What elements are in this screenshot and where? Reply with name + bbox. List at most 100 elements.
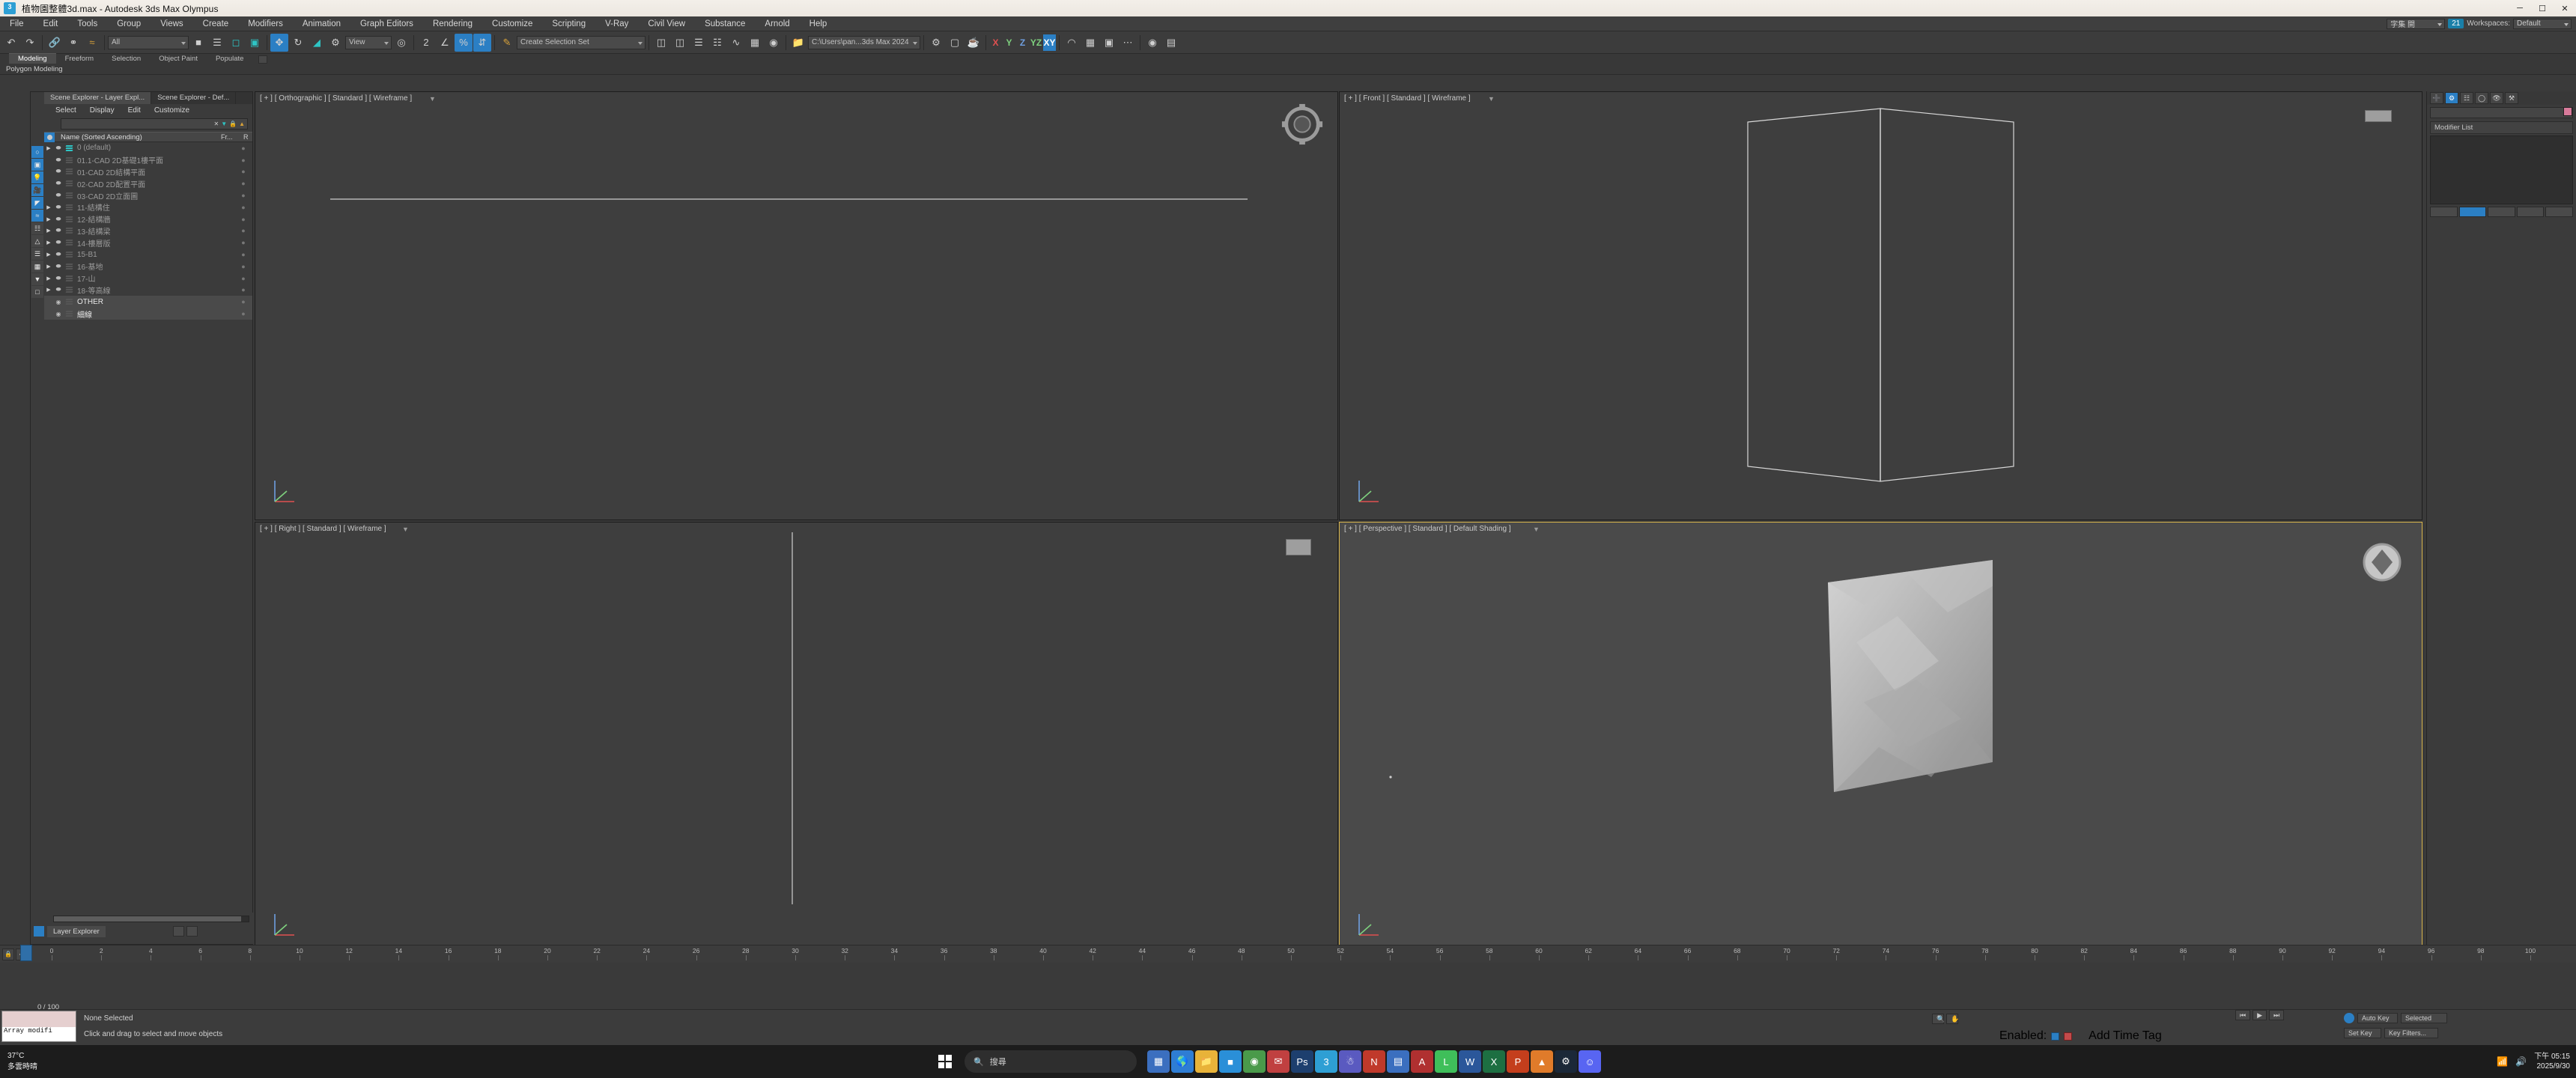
- footer-float-icon[interactable]: [186, 926, 198, 937]
- auto-key-button[interactable]: Auto Key: [2357, 1013, 2398, 1023]
- close-button[interactable]: ✕: [2554, 0, 2576, 16]
- se-helper-icon[interactable]: ◤: [31, 197, 43, 209]
- project-path-dropdown[interactable]: C:\Users\pan...3ds Max 2024: [808, 35, 920, 49]
- pan-icon[interactable]: ✋: [1946, 1014, 1959, 1024]
- se-bone-icon[interactable]: ☷: [31, 222, 43, 234]
- steam-icon[interactable]: ⚙: [1555, 1050, 1577, 1073]
- tab-scene-explorer[interactable]: Scene Explorer - Def...: [151, 92, 237, 104]
- minimize-button[interactable]: ─: [2509, 0, 2531, 16]
- timeline-ruler[interactable]: 0 2 4 6 8 10 12 14 16 18 20 22 24 26 28 30 32 34 36 38 40 42 4…: [31, 945, 2576, 963]
- enabled-checkbox[interactable]: [2051, 1032, 2060, 1041]
- goto-start-button[interactable]: ⏮: [2235, 1010, 2251, 1020]
- menu-item-modifiers[interactable]: Modifiers: [238, 16, 293, 31]
- layer-frozen-toggle[interactable]: ●: [234, 180, 252, 187]
- reference-coordinate-dropdown[interactable]: View: [345, 35, 392, 49]
- se-box-icon[interactable]: □: [31, 286, 43, 298]
- layer-frozen-toggle[interactable]: ●: [234, 227, 252, 234]
- key-mode-indicator[interactable]: [2064, 1032, 2073, 1041]
- se-select-icon[interactable]: ○: [31, 146, 43, 158]
- expand-arrow-icon[interactable]: ▶: [44, 264, 53, 270]
- chrome-icon[interactable]: ◉: [1243, 1050, 1266, 1073]
- layer-name[interactable]: 15-B1: [74, 251, 234, 259]
- ribbon-toggle-icon[interactable]: ☷: [708, 34, 726, 52]
- menu-item-civil-view[interactable]: Civil View: [638, 16, 695, 31]
- layer-row[interactable]: ▶ ⬬ 17-山 ●: [44, 272, 252, 284]
- viewport-right[interactable]: [ + ] [ Right ] [ Standard ] [ Wireframe…: [255, 522, 1338, 954]
- layer-frozen-toggle[interactable]: ●: [234, 144, 252, 152]
- percent-snap-icon[interactable]: %: [455, 33, 473, 52]
- expand-arrow-icon[interactable]: ▶: [44, 240, 53, 246]
- scene-explorer-search-input[interactable]: ✕ ▼ 🔒 ▲: [61, 118, 248, 130]
- volume-icon[interactable]: 🔊: [2515, 1056, 2527, 1067]
- layer-name[interactable]: 0 (default): [74, 144, 234, 152]
- window-controls[interactable]: ─ ☐ ✕: [2509, 0, 2576, 16]
- visibility-eye-icon[interactable]: ⬬: [53, 192, 64, 199]
- expand-arrow-icon[interactable]: ▶: [44, 228, 53, 234]
- layer-explorer-icon[interactable]: ☰: [690, 34, 708, 52]
- expand-arrow-icon[interactable]: ▶: [44, 204, 53, 210]
- ribbon-minimize-icon[interactable]: [258, 55, 268, 64]
- render-production-icon[interactable]: ☕: [965, 34, 982, 52]
- visibility-eye-icon[interactable]: ⬬: [53, 168, 64, 175]
- link-icon[interactable]: 🔗: [46, 34, 64, 52]
- scrollbar-thumb[interactable]: [54, 916, 241, 922]
- scene-explorer-menu-display[interactable]: Display: [83, 106, 121, 115]
- se-filter-icon[interactable]: ▼: [31, 273, 43, 285]
- visibility-eye-icon[interactable]: ⬬: [53, 227, 64, 234]
- word-icon[interactable]: W: [1459, 1050, 1481, 1073]
- scale-icon[interactable]: ◢: [308, 34, 326, 52]
- expand-arrow-icon[interactable]: ▶: [44, 145, 53, 151]
- menu-item-vray[interactable]: V-Ray: [595, 16, 638, 31]
- hierarchy-tab-icon[interactable]: ☷: [2460, 92, 2473, 104]
- layer-frozen-toggle[interactable]: ●: [234, 204, 252, 211]
- visibility-eye-icon[interactable]: ⬬: [53, 239, 64, 246]
- se-xref-icon[interactable]: ▦: [31, 261, 43, 272]
- unlink-icon[interactable]: ⚭: [64, 34, 82, 52]
- expand-arrow-icon[interactable]: ▶: [44, 252, 53, 258]
- undo-icon[interactable]: ↶: [2, 34, 20, 52]
- mail-icon[interactable]: ✉: [1267, 1050, 1289, 1073]
- spacing-tool-icon[interactable]: ⋯: [1119, 34, 1137, 52]
- rotate-icon[interactable]: ↻: [289, 34, 307, 52]
- file-explorer-icon[interactable]: 📁: [1195, 1050, 1218, 1073]
- start-button[interactable]: [929, 1045, 962, 1078]
- layer-name[interactable]: 01.1-CAD 2D基礎1樓平面: [74, 154, 234, 165]
- mirror-icon[interactable]: ◫: [652, 34, 670, 52]
- layer-name[interactable]: 14-樓層版: [74, 237, 234, 249]
- workspace-dropdown[interactable]: Default: [2513, 18, 2572, 29]
- render-setup-icon[interactable]: ⚙: [927, 34, 945, 52]
- mirror-tool-icon[interactable]: ◠: [1063, 34, 1081, 52]
- menu-item-edit[interactable]: Edit: [34, 16, 68, 31]
- layer-frozen-toggle[interactable]: ●: [234, 263, 252, 270]
- ribbon-tab-selection[interactable]: Selection: [103, 54, 150, 64]
- vlc-icon[interactable]: ▲: [1531, 1050, 1553, 1073]
- horizontal-scrollbar[interactable]: [53, 916, 249, 922]
- show-end-result-button[interactable]: [2458, 207, 2487, 217]
- teams-icon[interactable]: ☃: [1339, 1050, 1361, 1073]
- menu-item-group[interactable]: Group: [107, 16, 151, 31]
- maxscript-input-pane[interactable]: Array modifi: [2, 1027, 76, 1041]
- menu-item-create[interactable]: Create: [193, 16, 239, 31]
- visibility-eye-icon[interactable]: ⬬: [53, 286, 64, 293]
- visibility-eye-icon[interactable]: ⬬: [53, 275, 64, 282]
- set-key-button[interactable]: Set Key: [2344, 1028, 2381, 1038]
- maxscript-output-pane[interactable]: [2, 1011, 76, 1027]
- layer-name[interactable]: 11-結構住: [74, 201, 234, 213]
- line-icon[interactable]: L: [1435, 1050, 1457, 1073]
- make-unique-button[interactable]: [2488, 207, 2515, 217]
- rect-select-icon[interactable]: ◻: [227, 34, 245, 52]
- modify-tab-icon[interactable]: ⚙: [2445, 92, 2458, 104]
- layer-frozen-toggle[interactable]: ●: [234, 156, 252, 164]
- visibility-eye-icon[interactable]: ◉: [53, 299, 64, 305]
- close-icon[interactable]: ✕: [213, 121, 219, 127]
- acrobat-icon[interactable]: A: [1411, 1050, 1433, 1073]
- layer-frozen-toggle[interactable]: ●: [234, 239, 252, 246]
- edge-icon[interactable]: 🌎: [1171, 1050, 1194, 1073]
- column-visibility-icon[interactable]: [44, 132, 55, 142]
- menu-item-help[interactable]: Help: [800, 16, 837, 31]
- layer-row[interactable]: ▶ ⬬ 18-等高線 ●: [44, 284, 252, 296]
- project-folder-icon[interactable]: 📁: [789, 34, 807, 52]
- menu-item-rendering[interactable]: Rendering: [423, 16, 482, 31]
- layer-row[interactable]: ⬬ 01.1-CAD 2D基礎1樓平面 ●: [44, 154, 252, 166]
- filter-icon[interactable]: ▼: [221, 121, 227, 127]
